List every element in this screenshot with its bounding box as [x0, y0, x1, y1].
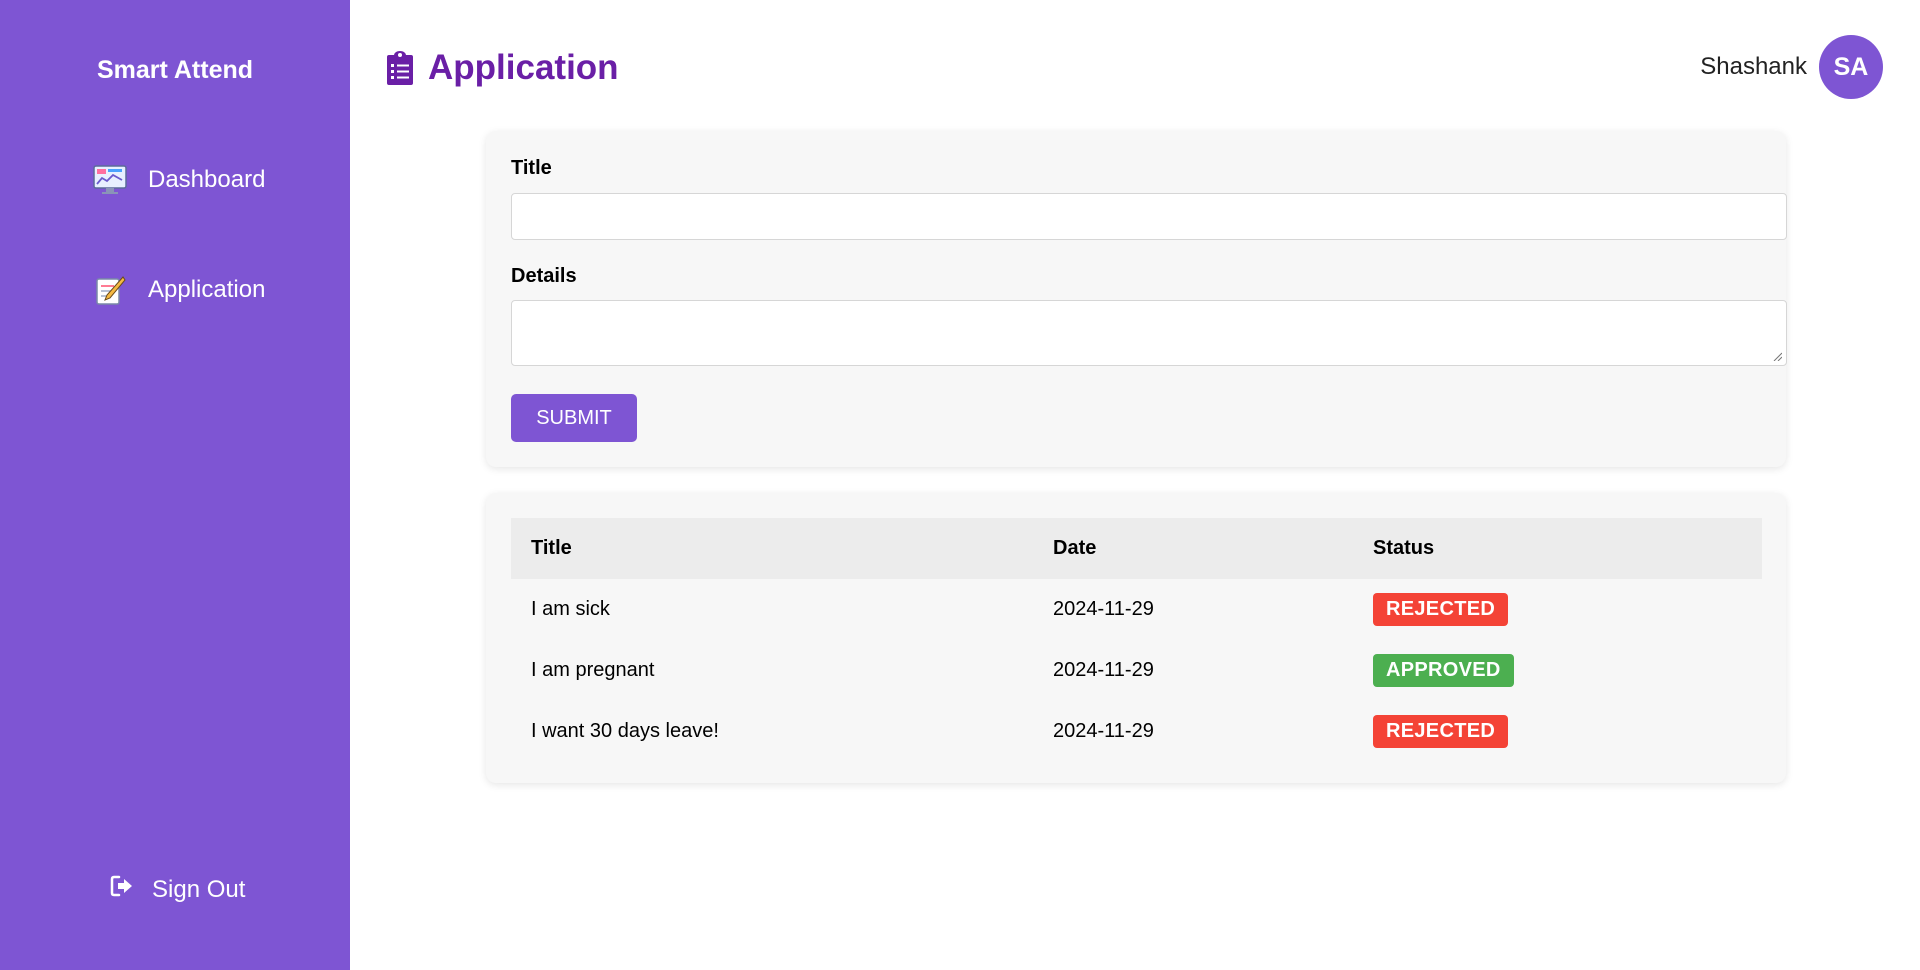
user-profile[interactable]: Shashank SA: [1700, 35, 1883, 99]
table-row: I am pregnant 2024-11-29 APPROVED: [511, 640, 1762, 701]
row-title: I am sick: [531, 598, 610, 620]
sidebar-item-dashboard[interactable]: Dashboard: [92, 160, 265, 200]
dashboard-monitor-icon: [92, 163, 128, 197]
status-badge: REJECTED: [1373, 593, 1509, 626]
column-header-status: Status: [1353, 518, 1762, 579]
row-date: 2024-11-29: [1053, 598, 1154, 620]
sign-out-icon: [110, 875, 136, 904]
sidebar: Smart Attend Dashboard Application Sign …: [0, 0, 350, 970]
row-title: I want 30 days leave!: [531, 720, 719, 742]
column-header-date: Date: [1033, 518, 1353, 579]
status-badge: APPROVED: [1373, 654, 1514, 687]
page-title: Application: [386, 48, 619, 88]
sign-out-label: Sign Out: [152, 875, 246, 903]
brand-name: Smart Attend: [96, 56, 254, 84]
avatar[interactable]: SA: [1819, 35, 1883, 99]
applications-table: Title Date Status I am sick 2024-11-29 R…: [511, 518, 1762, 762]
sidebar-item-application[interactable]: Application: [92, 270, 265, 310]
table-header-row: Title Date Status: [511, 518, 1762, 579]
column-header-title: Title: [511, 518, 1033, 579]
details-textarea[interactable]: [511, 300, 1787, 366]
user-name: Shashank: [1700, 53, 1807, 80]
row-title: I am pregnant: [531, 659, 655, 681]
table-row: I want 30 days leave! 2024-11-29 REJECTE…: [511, 701, 1762, 762]
resize-grip-icon[interactable]: [1772, 351, 1782, 361]
clipboard-list-icon: [386, 50, 414, 86]
row-date: 2024-11-29: [1053, 659, 1154, 681]
page-title-text: Application: [428, 48, 619, 87]
submit-button[interactable]: SUBMIT: [511, 394, 637, 442]
sign-out-button[interactable]: Sign Out: [110, 875, 245, 904]
applications-table-card: Title Date Status I am sick 2024-11-29 R…: [486, 493, 1786, 783]
row-date: 2024-11-29: [1053, 720, 1154, 742]
title-label: Title: [511, 157, 552, 179]
title-input[interactable]: [511, 193, 1787, 240]
sidebar-item-label: Dashboard: [148, 166, 266, 193]
sidebar-item-label: Application: [148, 276, 266, 303]
status-badge: REJECTED: [1373, 715, 1509, 748]
note-pencil-icon: [92, 273, 128, 307]
application-form-card: Title Details SUBMIT: [486, 131, 1787, 467]
table-row: I am sick 2024-11-29 REJECTED: [511, 579, 1762, 640]
details-label: Details: [511, 265, 577, 287]
